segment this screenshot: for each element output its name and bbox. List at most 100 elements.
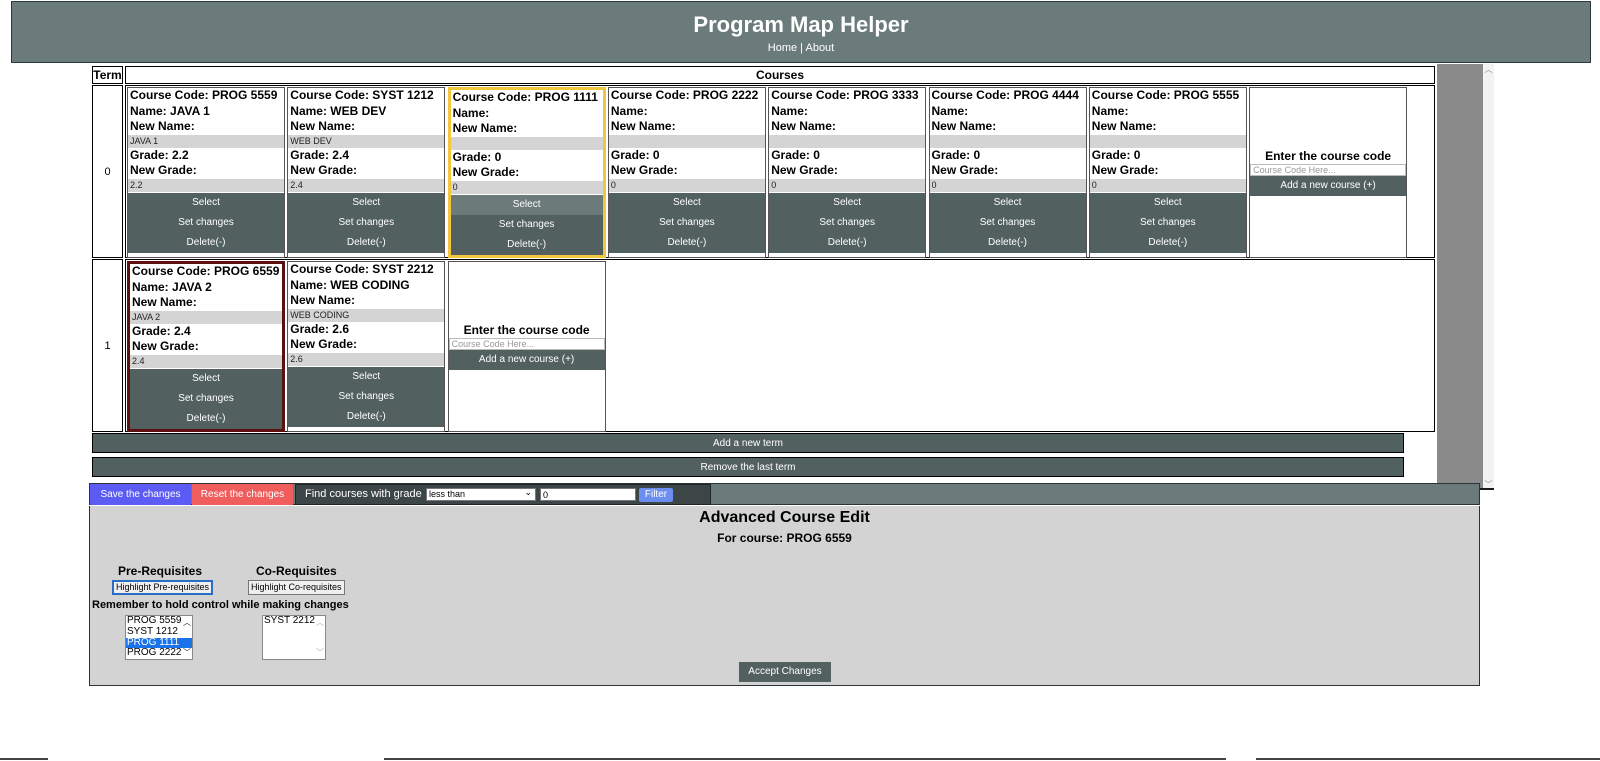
new-name-input[interactable] xyxy=(288,308,445,322)
select-course-button[interactable]: Select xyxy=(128,192,284,213)
term-row-1: Course Code: PROG 6559 Name: JAVA 2 New Na… xyxy=(125,259,1435,432)
highlight-coreqs-button[interactable]: Highlight Co-requisites xyxy=(248,580,345,595)
new-grade-input[interactable] xyxy=(608,178,765,192)
app-header: Program Map Helper Home | About xyxy=(11,1,1591,63)
new-name-input[interactable] xyxy=(1089,134,1246,148)
grade-filter: Find courses with grade less than ⌄ Filt… xyxy=(295,484,711,505)
add-course-button[interactable]: Add a new course (+) xyxy=(1250,176,1407,196)
advanced-edit-subtitle: For course: PROG 6559 xyxy=(717,531,852,545)
new-name-input[interactable] xyxy=(608,134,765,148)
new-grade-label: New Grade: xyxy=(290,163,357,177)
new-grade-input[interactable] xyxy=(769,178,926,192)
course-name: Name: JAVA 2 xyxy=(132,279,212,294)
select-course-button[interactable]: Select xyxy=(288,366,445,387)
set-changes-button[interactable]: Set changes xyxy=(929,212,1086,233)
nav-about-link[interactable]: About xyxy=(805,42,834,54)
new-grade-label: New Grade: xyxy=(610,163,678,177)
add-course-card: Enter the course code Add a new course (+… xyxy=(447,261,606,432)
set-changes-button[interactable]: Set changes xyxy=(288,386,445,407)
set-changes-button[interactable]: Set changes xyxy=(450,214,603,235)
course-name: Name: xyxy=(931,103,969,118)
filter-grade-input[interactable] xyxy=(540,488,636,501)
select-course-button[interactable]: Select xyxy=(608,192,765,213)
course-code-input[interactable] xyxy=(448,338,605,350)
select-course-button[interactable]: Select xyxy=(130,368,282,389)
select-course-button[interactable]: Select xyxy=(450,194,603,215)
delete-course-button[interactable]: Delete(-) xyxy=(128,232,284,253)
new-grade-input[interactable] xyxy=(288,178,445,192)
select-course-button[interactable]: Select xyxy=(929,192,1086,213)
filter-button[interactable]: Filter xyxy=(639,488,673,502)
save-changes-button[interactable]: Save the changes xyxy=(90,484,191,505)
new-name-label: New Name: xyxy=(931,119,997,133)
app-title: Program Map Helper xyxy=(693,12,909,37)
program-grid: Term Courses 0 Course Code: PROG 5559 Nam… xyxy=(90,64,1437,488)
listbox-scrollbar[interactable]: ︿ ﹀ xyxy=(315,616,325,659)
chevron-down-icon[interactable]: ﹀ xyxy=(316,647,324,658)
new-grade-input[interactable] xyxy=(929,178,1086,192)
course-card: Course Code: SYST 2212 Name: WEB CODING Ne… xyxy=(287,261,446,432)
prereq-listbox[interactable]: PROG 5559 SYST 1212 PROG 1111 PROG 2222 ︿ ﹀ xyxy=(125,615,193,660)
new-grade-input[interactable] xyxy=(450,180,603,194)
reset-changes-button[interactable]: Reset the changes xyxy=(192,484,293,505)
grid-scrollbar[interactable]: ︿ ﹀ xyxy=(1483,64,1494,488)
course-name: Name: WEB CODING xyxy=(290,277,410,292)
delete-course-button[interactable]: Delete(-) xyxy=(929,232,1086,253)
coreq-listbox[interactable]: SYST 2212 ︿ ﹀ xyxy=(262,615,326,660)
new-name-label: New Name: xyxy=(130,119,195,133)
new-grade-label: New Grade: xyxy=(771,163,838,177)
remove-term-button[interactable]: Remove the last term xyxy=(92,457,1404,477)
top-nav: Home | About xyxy=(12,42,1590,54)
add-term-button[interactable]: Add a new term xyxy=(92,433,1404,453)
course-code: Course Code: PROG 3333 xyxy=(771,88,919,102)
new-name-label: New Name: xyxy=(771,119,836,133)
scroll-up-icon[interactable]: ︿ xyxy=(1484,64,1493,75)
delete-course-button[interactable]: Delete(-) xyxy=(608,232,765,253)
select-course-button[interactable]: Select xyxy=(288,192,445,213)
new-name-input[interactable] xyxy=(450,136,603,150)
scroll-down-icon[interactable]: ﹀ xyxy=(1484,479,1493,488)
new-grade-input[interactable] xyxy=(128,178,284,192)
select-course-button[interactable]: Select xyxy=(1089,192,1246,213)
set-changes-button[interactable]: Set changes xyxy=(288,212,445,233)
set-changes-button[interactable]: Set changes xyxy=(128,212,284,233)
new-name-label: New Name: xyxy=(290,119,355,133)
new-name-label: New Name: xyxy=(290,293,355,307)
add-course-button[interactable]: Add a new course (+) xyxy=(448,350,605,370)
delete-course-button[interactable]: Delete(-) xyxy=(288,232,445,253)
chevron-up-icon[interactable]: ︿ xyxy=(183,617,191,628)
new-name-input[interactable] xyxy=(769,134,926,148)
chevron-down-icon[interactable]: ﹀ xyxy=(183,647,191,658)
course-name: Name: JAVA 1 xyxy=(130,103,210,118)
new-name-input[interactable] xyxy=(288,134,445,148)
new-grade-input[interactable] xyxy=(1089,178,1246,192)
filter-comparison-select[interactable]: less than ⌄ xyxy=(426,487,536,501)
new-grade-label: New Grade: xyxy=(132,339,199,353)
highlight-prereqs-button[interactable]: Highlight Pre-requisites xyxy=(112,580,214,595)
new-grade-input[interactable] xyxy=(130,354,282,368)
course-grade: Grade: 2.2 xyxy=(130,147,189,162)
delete-course-button[interactable]: Delete(-) xyxy=(450,234,603,255)
set-changes-button[interactable]: Set changes xyxy=(608,212,765,233)
new-grade-label: New Grade: xyxy=(931,163,999,177)
nav-home-link[interactable]: Home xyxy=(768,42,797,54)
delete-course-button[interactable]: Delete(-) xyxy=(288,406,445,427)
new-grade-input[interactable] xyxy=(288,352,445,366)
set-changes-button[interactable]: Set changes xyxy=(130,388,282,409)
set-changes-button[interactable]: Set changes xyxy=(1089,212,1246,233)
select-course-button[interactable]: Select xyxy=(769,192,926,213)
new-grade-label: New Grade: xyxy=(452,165,520,179)
chevron-up-icon[interactable]: ︿ xyxy=(316,617,324,628)
listbox-scrollbar[interactable]: ︿ ﹀ xyxy=(182,616,192,659)
course-code-input[interactable] xyxy=(1250,164,1407,176)
delete-course-button[interactable]: Delete(-) xyxy=(1089,232,1246,253)
delete-course-button[interactable]: Delete(-) xyxy=(769,232,926,253)
new-name-input[interactable] xyxy=(128,134,284,148)
new-name-input[interactable] xyxy=(929,134,1086,148)
accept-changes-button[interactable]: Accept Changes xyxy=(739,662,831,682)
filter-label: Find courses with grade xyxy=(305,488,422,500)
program-grid-scroll[interactable]: Term Courses 0 Course Code: PROG 5559 Nam… xyxy=(90,64,1494,490)
delete-course-button[interactable]: Delete(-) xyxy=(130,408,282,429)
set-changes-button[interactable]: Set changes xyxy=(769,212,926,233)
new-name-input[interactable] xyxy=(130,310,282,324)
